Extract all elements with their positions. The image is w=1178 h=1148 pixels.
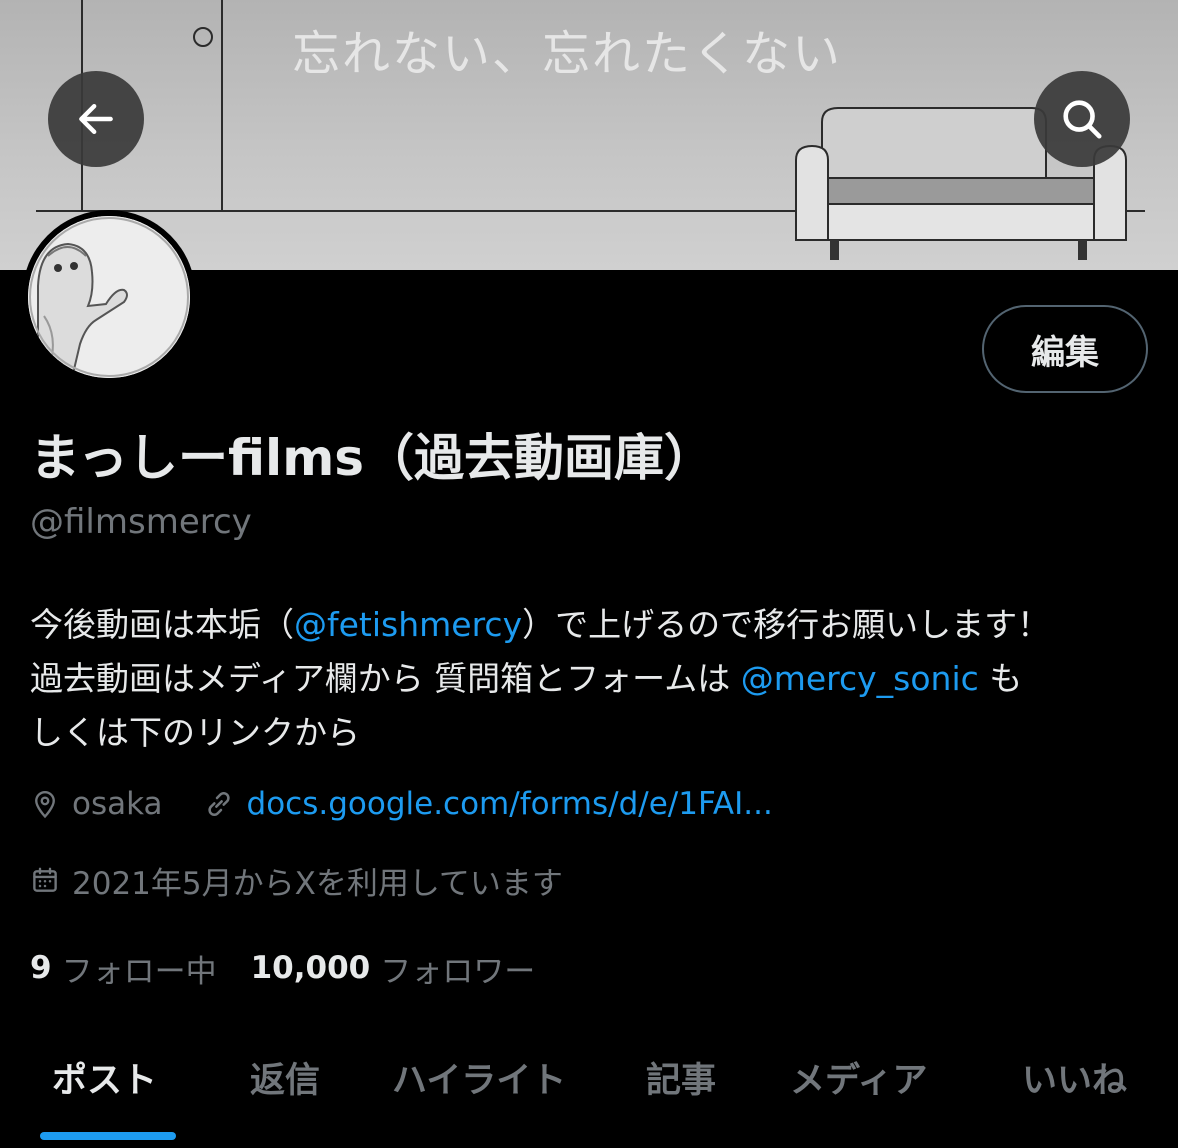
active-tab-indicator [40,1132,176,1140]
search-button[interactable] [1034,71,1130,167]
location-pin-icon [30,789,60,819]
followers-label: フォロワー [380,953,536,990]
display-name: まっしーfilms（過去動画庫） [30,429,715,487]
arrow-left-icon [79,103,113,135]
back-button[interactable] [48,71,144,167]
profile-website-link[interactable]: docs.google.com/forms/d/e/1FAI... [247,786,773,822]
user-handle: @filmsmercy [30,502,252,542]
calendar-icon [30,865,60,895]
tab-highlights[interactable]: ハイライト [392,1052,566,1112]
following-link[interactable]: 9 フォロー中 [30,946,217,991]
bio-line-2: 過去動画はメディア欄から 質問箱とフォームは @mercy_sonic も [30,652,1150,706]
search-icon [1063,100,1102,139]
tab-media[interactable]: メディア [790,1052,928,1112]
tab-posts[interactable]: ポスト [52,1052,157,1112]
followers-link[interactable]: 10,000 フォロワー [251,946,536,991]
link-icon [203,788,235,820]
bio-text: 過去動画はメディア欄から 質問箱とフォームは [30,659,741,698]
followers-count: 10,000 [250,950,371,986]
mention-link-fetishmercy[interactable]: @fetishmercy [294,605,522,644]
banner-caption: 忘れない、忘れたくない [292,26,843,82]
joined-date-row: 2021年5月からXを利用しています [30,860,563,902]
bio-text: ）で上げるので移行お願いします！ [522,605,1051,644]
mention-link-mercy-sonic[interactable]: @mercy_sonic [741,659,979,698]
profile-meta-row: osaka docs.google.com/forms/d/e/1FAI... [30,784,773,824]
profile-tabs: ポスト 返信 ハイライト 記事 メディア いいね [0,1040,1178,1148]
following-count: 9 [30,950,52,986]
edit-profile-button[interactable]: 編集 [982,305,1148,393]
tab-articles[interactable]: 記事 [646,1052,716,1112]
profile-bio: 今後動画は本垢（@fetishmercy）で上げるので移行お願いします！ 過去動… [30,598,1150,760]
tab-replies[interactable]: 返信 [250,1052,320,1112]
location-text: osaka [72,786,163,822]
follow-stats: 9 フォロー中 10,000 フォロワー [30,946,535,990]
joined-date-text: 2021年5月からXを利用しています [72,865,563,902]
bio-text: 今後動画は本垢（ [30,605,294,644]
following-label: フォロー中 [61,953,217,990]
avatar[interactable] [28,216,190,378]
profile-banner[interactable]: 忘れない、忘れたくない [0,0,1178,270]
avatar-image [28,216,190,378]
bio-line-3: しくは下のリンクから [30,713,360,752]
bio-text: も [978,659,1023,698]
tab-likes[interactable]: いいね [1022,1052,1127,1112]
bio-line-1: 今後動画は本垢（@fetishmercy）で上げるので移行お願いします！ [30,598,1150,652]
